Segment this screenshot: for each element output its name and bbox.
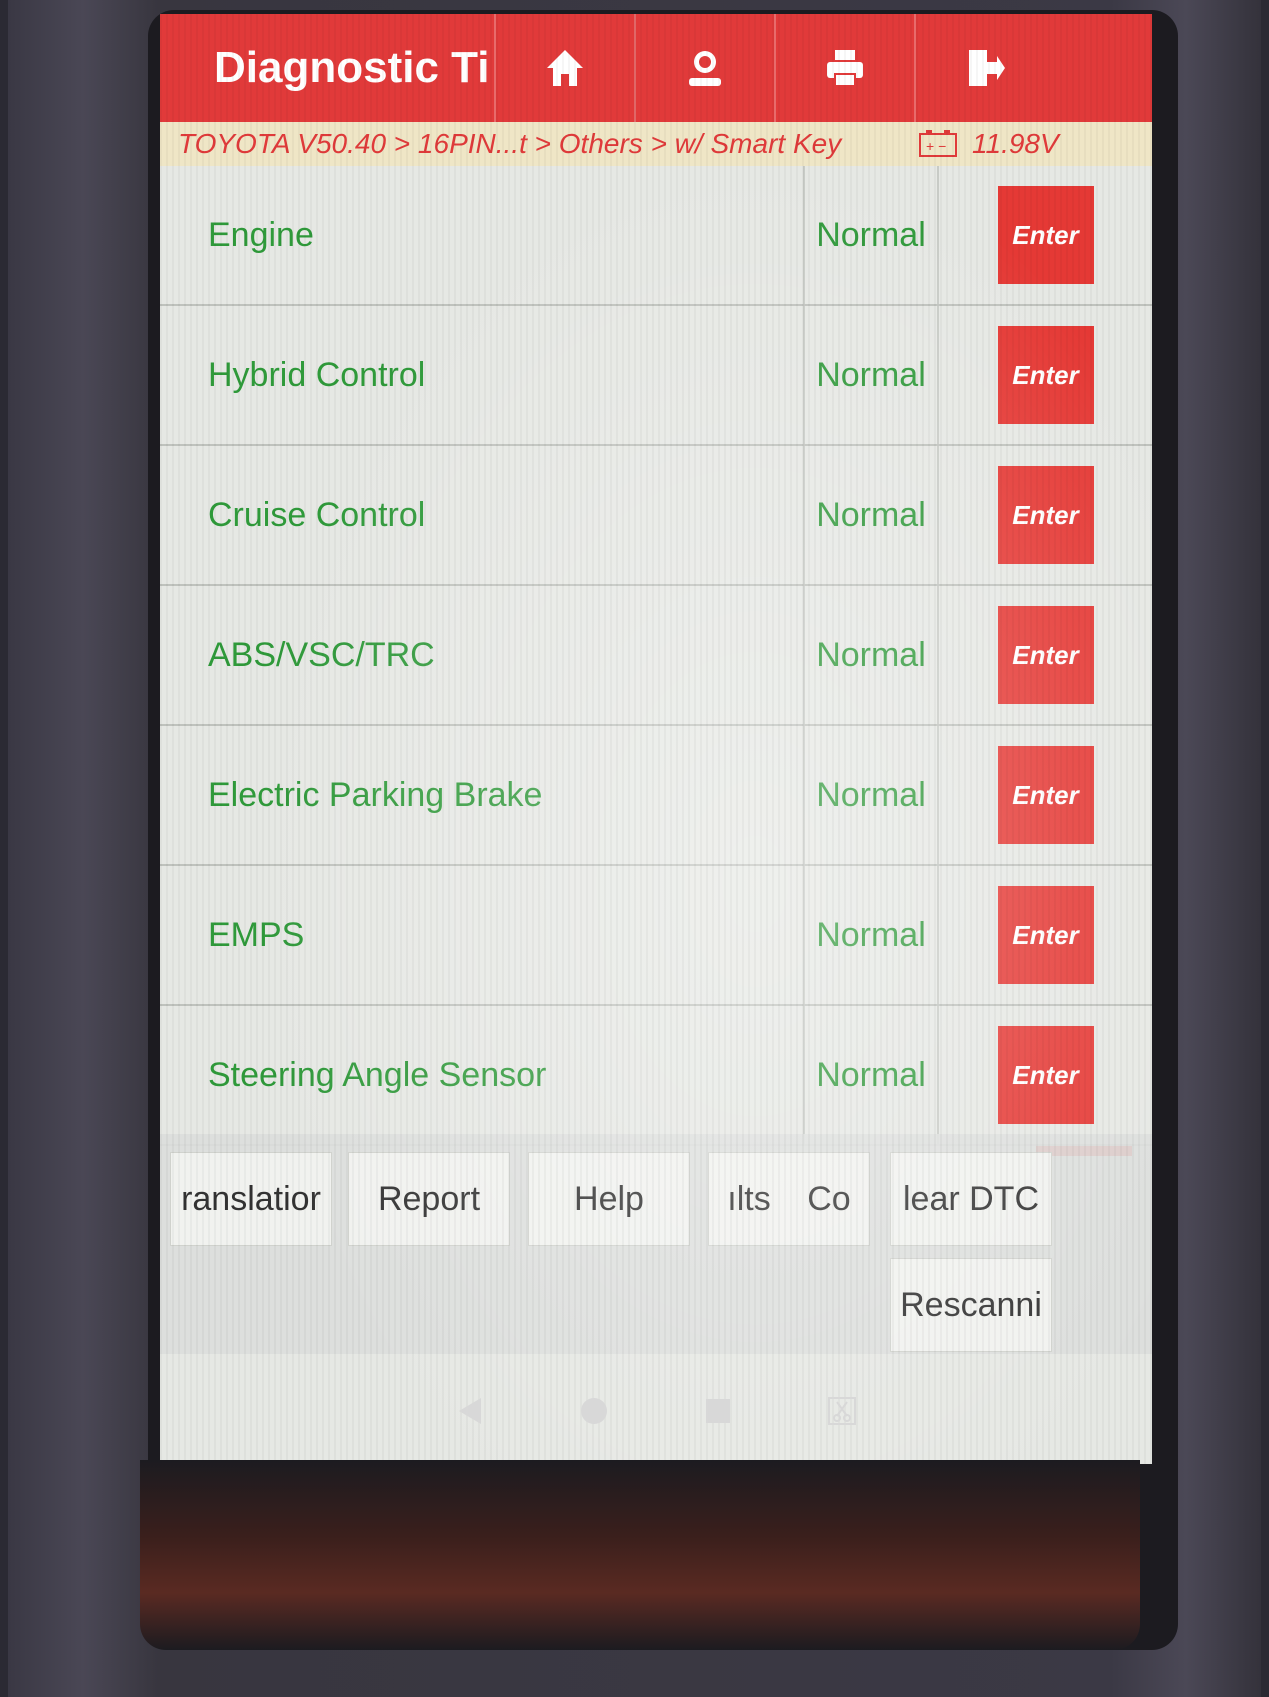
co-label: Co — [807, 1179, 851, 1218]
system-status: Normal — [805, 866, 939, 1004]
table-row: Electric Parking Brake Normal Enter — [160, 726, 1152, 866]
results-label: ılts — [727, 1179, 771, 1218]
report-button[interactable]: Report — [348, 1152, 510, 1246]
system-name: Hybrid Control — [160, 306, 805, 444]
function-bar: ranslatior Report Help ılts Co lear DTC … — [160, 1134, 1152, 1354]
svg-text:+ −: + − — [926, 138, 946, 154]
home-dot-icon[interactable] — [577, 1394, 611, 1428]
rescanning-button[interactable]: Rescanni — [890, 1258, 1052, 1352]
system-status: Normal — [805, 446, 939, 584]
exit-button[interactable] — [914, 14, 1054, 122]
system-list: Engine Normal Enter Hybrid Control Norma… — [160, 166, 1152, 1186]
system-name: Steering Angle Sensor — [160, 1006, 805, 1144]
exit-icon — [969, 50, 1005, 86]
system-name: ABS/VSC/TRC — [160, 586, 805, 724]
home-button[interactable] — [494, 14, 634, 122]
android-nav-bar — [160, 1356, 1152, 1466]
table-row: Hybrid Control Normal Enter — [160, 306, 1152, 446]
system-status: Normal — [805, 166, 939, 304]
battery-voltage: 11.98V — [972, 128, 1059, 159]
title-bar: Diagnostic Ti — [160, 14, 1152, 122]
enter-button[interactable]: Enter — [997, 886, 1094, 984]
print-icon — [827, 50, 863, 87]
print-button[interactable] — [774, 14, 914, 122]
translation-button[interactable]: ranslatior — [170, 1152, 332, 1246]
back-icon[interactable] — [453, 1394, 487, 1428]
system-status: Normal — [805, 586, 939, 724]
system-name: Engine — [160, 166, 805, 304]
clear-dtc-button[interactable]: lear DTC — [890, 1152, 1052, 1246]
enter-button[interactable]: Enter — [997, 186, 1094, 284]
app-screen: Diagnostic Ti TOYOTA V50.40 > 16PIN...t … — [160, 14, 1152, 1464]
system-name: EMPS — [160, 866, 805, 1004]
system-name: Electric Parking Brake — [160, 726, 805, 864]
enter-button[interactable]: Enter — [997, 746, 1094, 844]
help-button[interactable]: Help — [528, 1152, 690, 1246]
table-row: EMPS Normal Enter — [160, 866, 1152, 1006]
table-row: Steering Angle Sensor Normal Enter — [160, 1006, 1152, 1146]
app-title: Diagnostic Ti — [214, 43, 490, 92]
table-row: ABS/VSC/TRC Normal Enter — [160, 586, 1152, 726]
system-name: Cruise Control — [160, 446, 805, 584]
enter-button[interactable]: Enter — [997, 606, 1094, 704]
enter-button[interactable]: Enter — [997, 1026, 1094, 1124]
support-person-icon — [689, 51, 721, 86]
recents-icon[interactable] — [701, 1394, 735, 1428]
enter-button[interactable]: Enter — [997, 326, 1094, 424]
breadcrumb-path: TOYOTA V50.40 > 16PIN...t > Others > w/ … — [178, 128, 842, 159]
breadcrumb: TOYOTA V50.40 > 16PIN...t > Others > w/ … — [160, 122, 1152, 166]
table-row: Cruise Control Normal Enter — [160, 446, 1152, 586]
results-button[interactable]: ılts Co — [708, 1152, 870, 1246]
enter-button[interactable]: Enter — [997, 466, 1094, 564]
home-icon — [547, 50, 583, 86]
system-status: Normal — [805, 726, 939, 864]
table-row: Engine Normal Enter — [160, 166, 1152, 306]
screen-reflection — [140, 1460, 1140, 1650]
system-status: Normal — [805, 1006, 939, 1144]
battery-icon: + − — [919, 130, 957, 157]
screenshot-icon[interactable] — [825, 1394, 859, 1428]
support-button[interactable] — [634, 14, 774, 122]
system-status: Normal — [805, 306, 939, 444]
